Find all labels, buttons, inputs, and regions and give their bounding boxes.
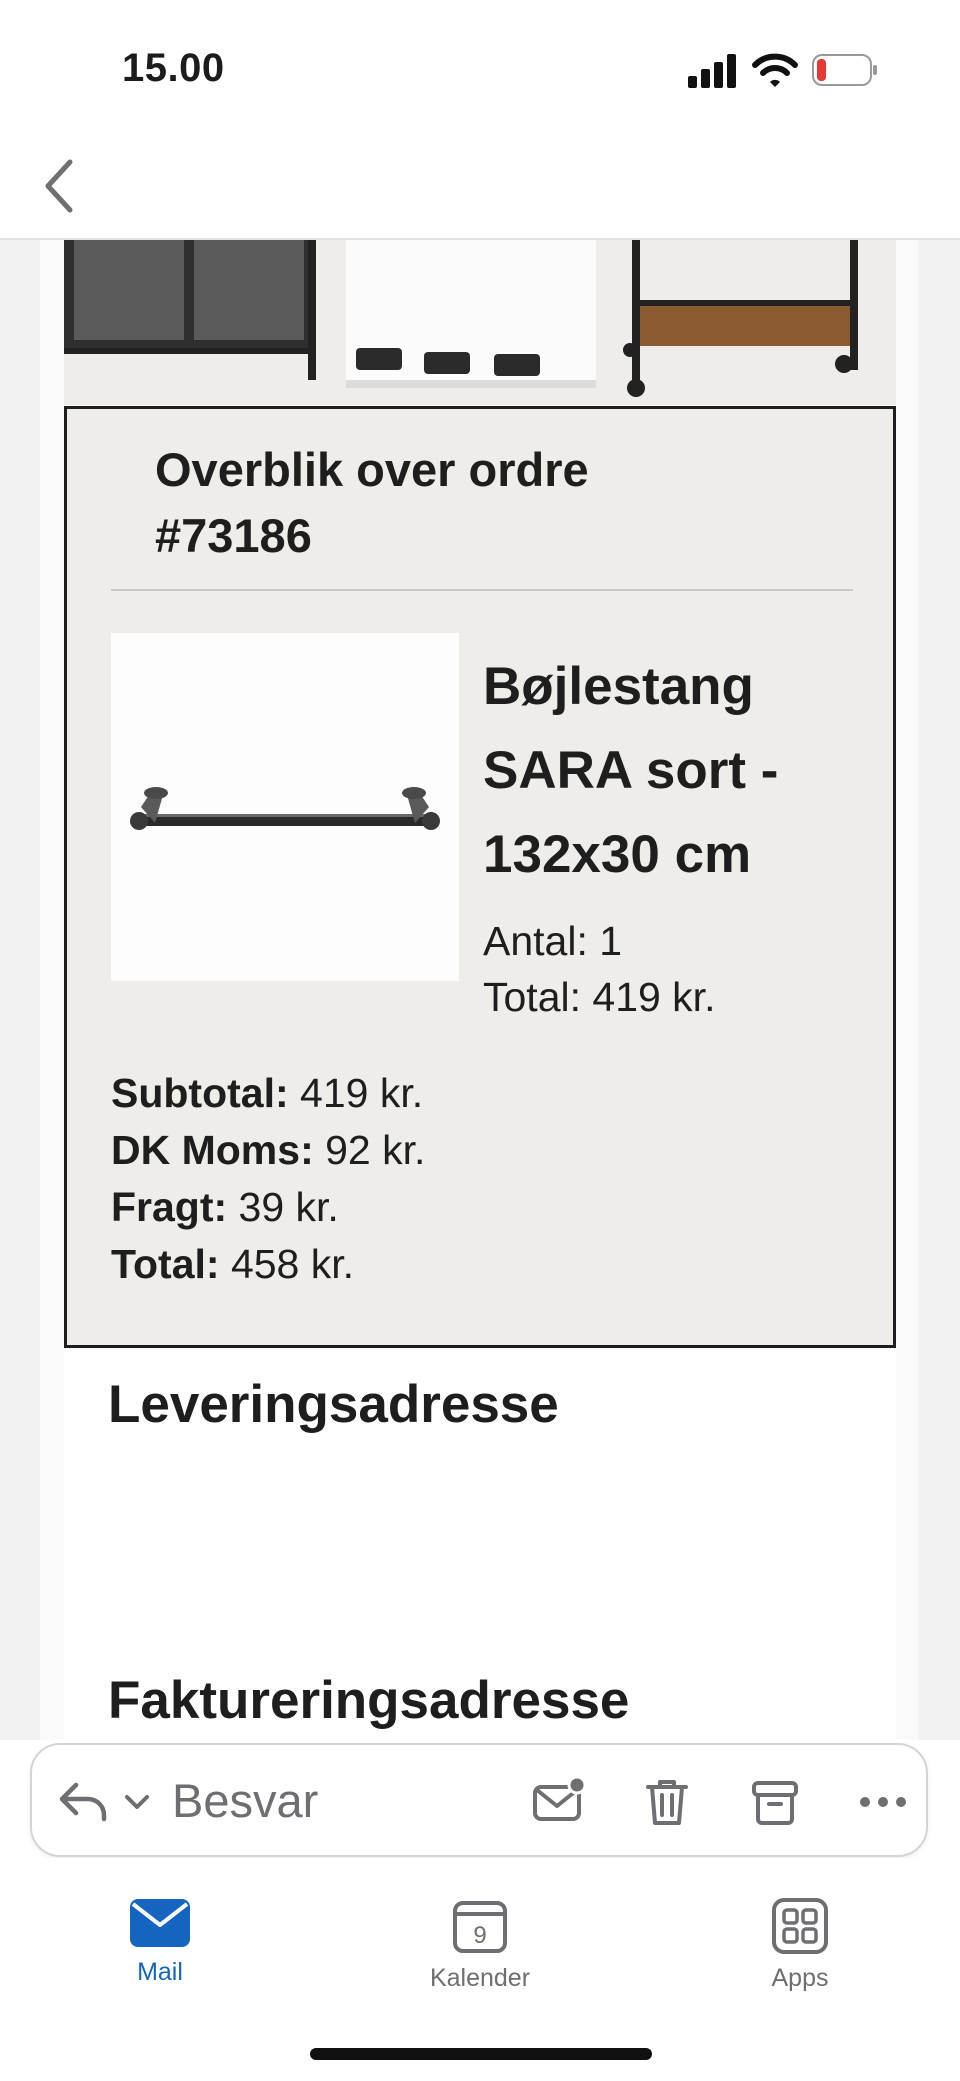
tab-bar: Mail 9 Kalender Apps (0, 1858, 960, 2081)
totals-value: 92 kr. (313, 1127, 426, 1173)
signal-icon (688, 54, 736, 88)
calendar-icon: 9 (453, 1901, 507, 1953)
reply-button-label[interactable]: Besvar (172, 1773, 318, 1828)
calendar-badge: 9 (473, 1922, 486, 1949)
product-total: Total: 419 kr. (483, 974, 716, 1020)
battery-icon (812, 54, 877, 86)
totals-label: Fragt: (111, 1184, 228, 1230)
billing-address-heading: Faktureringsadresse (108, 1671, 630, 1730)
product-name[interactable]: Bøjlestang SARA sort - 132x30 cm (483, 645, 863, 897)
totals-label: DK Moms: (111, 1127, 314, 1173)
totals-label: Subtotal: (111, 1070, 289, 1116)
tab-calendar[interactable]: 9 Kalender (400, 1898, 560, 2018)
address-section: Leveringsadresse Faktureringsadresse (64, 1350, 896, 1740)
chevron-down-icon[interactable] (124, 1789, 150, 1815)
product-image[interactable] (111, 633, 459, 981)
email-content[interactable]: Overblik over ordre #73186 Bøjlestang SA… (0, 240, 960, 1740)
archive-icon[interactable] (748, 1775, 802, 1829)
back-chevron-icon[interactable] (40, 156, 80, 216)
tab-label: Apps (771, 1964, 829, 1992)
order-title: Overblik over ordre #73186 (155, 443, 589, 562)
wifi-icon (752, 53, 798, 87)
totals-row-subtotal: Subtotal: 419 kr. (111, 1065, 425, 1122)
totals-value: 458 kr. (219, 1241, 355, 1287)
home-indicator[interactable] (310, 2048, 652, 2060)
nav-header (0, 140, 960, 240)
divider (111, 589, 853, 591)
product-banner-image (64, 240, 896, 405)
status-time: 15.00 (122, 46, 225, 90)
reply-icon[interactable] (58, 1779, 108, 1823)
banner-illustration (64, 240, 896, 405)
totals-value: 39 kr. (227, 1184, 339, 1230)
apps-icon (772, 1898, 828, 1954)
tab-label: Mail (137, 1958, 183, 1986)
order-overview: Overblik over ordre #73186 Bøjlestang SA… (64, 406, 896, 1348)
order-totals: Subtotal: 419 kr. DK Moms: 92 kr. Fragt:… (111, 1065, 425, 1293)
trash-icon[interactable] (640, 1775, 694, 1829)
tab-apps[interactable]: Apps (720, 1898, 880, 2018)
hanger-rod-illustration (111, 633, 459, 981)
totals-label: Total: (111, 1241, 220, 1287)
totals-value: 419 kr. (288, 1070, 424, 1116)
totals-row-vat: DK Moms: 92 kr. (111, 1122, 425, 1179)
product-quantity: Antal: 1 (483, 918, 623, 964)
tab-mail[interactable]: Mail (80, 1898, 240, 2018)
status-bar: 15.00 (0, 0, 960, 140)
totals-row-shipping: Fragt: 39 kr. (111, 1179, 425, 1236)
more-icon[interactable] (856, 1775, 910, 1829)
product-meta: Antal: 1 Total: 419 kr. (483, 913, 715, 1025)
tab-label: Kalender (429, 1964, 531, 1992)
totals-row-total: Total: 458 kr. (111, 1236, 425, 1293)
reply-toolbar: Besvar (30, 1743, 928, 1857)
mark-unread-icon[interactable] (532, 1775, 586, 1829)
delivery-address-heading: Leveringsadresse (108, 1375, 559, 1434)
mail-icon (130, 1899, 190, 1947)
